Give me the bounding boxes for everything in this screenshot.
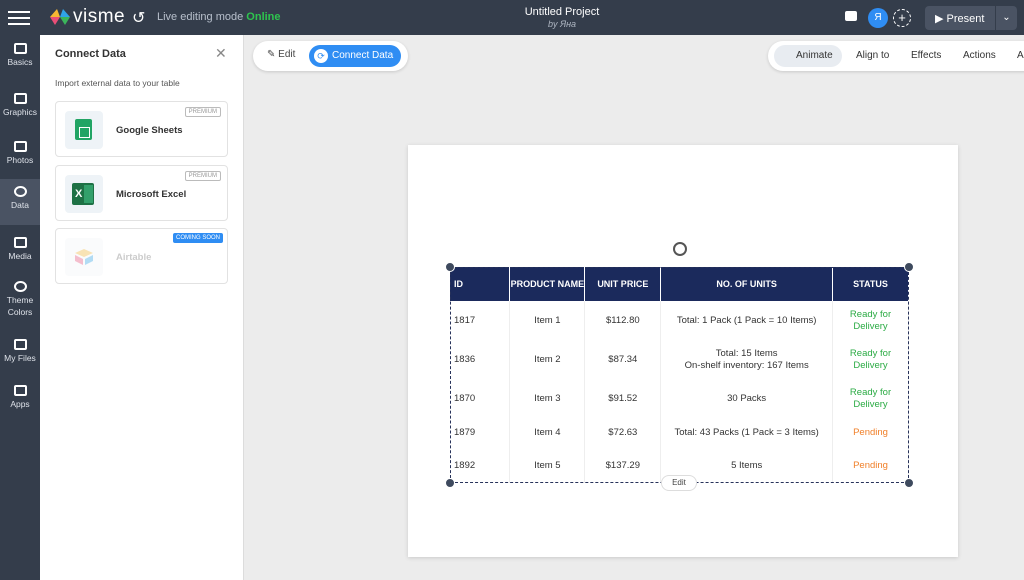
source-google-sheets[interactable]: Google Sheets PREMIUM [55,101,228,157]
present-text: Present [946,12,985,25]
avatar[interactable]: Я [868,8,888,28]
resize-handle-bottom-left[interactable] [445,478,455,488]
panel-subtitle: Import external data to your table [55,78,180,88]
undo-icon[interactable]: ↺ [132,8,145,28]
actions-button[interactable]: Actions [963,50,996,61]
apps-grid-icon [13,385,27,396]
panel-title: Connect Data [55,48,126,60]
airtable-icon [75,249,93,265]
sidebar-item-label: Media [8,251,32,261]
selection-box [450,267,909,483]
edit-label: Edit [278,49,296,60]
sidebar-item-photos[interactable]: Photos [0,139,40,177]
project-title-block[interactable]: Untitled Project by Яна [462,6,662,29]
google-sheets-icon [75,119,92,140]
connect-data-button[interactable]: ⟳ Connect Data [309,45,401,67]
sidebar-item-label: Graphics [2,107,37,117]
comment-icon[interactable] [845,11,857,21]
graphics-icon [13,93,27,104]
sidebar-item-graphics[interactable]: Graphics [0,91,40,129]
sidebar-item-label: Basics [7,57,33,67]
mode-status: Online [246,11,281,23]
basics-icon [13,43,27,54]
resize-handle-top-left[interactable] [445,262,455,272]
source-name: Google Sheets [116,125,183,136]
object-toolbar: Animate Align to Effects Actions A [768,41,1024,71]
sidebar-item-label: My Files [4,353,36,363]
video-icon [13,237,27,248]
coming-soon-badge: COMING SOON [172,233,223,243]
sidebar-item-label: Data [11,200,29,210]
palette-icon [13,281,27,292]
premium-badge: PREMIUM [184,171,221,181]
menu-icon[interactable] [8,7,30,27]
source-name: Airtable [116,252,152,263]
photos-icon [13,141,27,152]
chevron-down-icon[interactable]: ⌄ [995,6,1017,30]
align-to-button[interactable]: Align to [856,50,889,61]
top-bar: visme ↺ Live editing mode Online Untitle… [0,0,1024,35]
source-airtable: Airtable COMING SOON [55,228,228,284]
sidebar-item-media[interactable]: Media [0,235,40,273]
source-microsoft-excel[interactable]: X Microsoft Excel PREMIUM [55,165,228,221]
sidebar-item-my-files[interactable]: My Files [0,337,40,375]
visme-logo-icon [50,9,70,25]
table-toolbar: ✎ Edit ⟳ Connect Data [253,41,408,71]
premium-badge: PREMIUM [184,107,221,117]
mode-label: Live editing mode [157,11,244,23]
add-collaborator-icon[interactable]: + [893,9,911,27]
sidebar-item-apps[interactable]: Apps [0,383,40,421]
left-sidebar: Basics Graphics Photos Data Media Theme … [0,35,40,580]
airtable-icon-box [65,238,103,276]
present-label: ▶ Present [935,12,985,25]
sidebar-item-basics[interactable]: Basics [0,41,40,79]
google-sheets-icon-box [65,111,103,149]
table-edit-button[interactable]: Edit [661,475,697,491]
rotate-handle-icon[interactable] [673,242,687,256]
sidebar-item-data[interactable]: Data [0,179,40,225]
connect-data-label: Connect Data [332,50,394,61]
sidebar-item-label: Theme Colors [6,295,34,317]
excel-icon: X [72,183,94,205]
close-icon[interactable]: ✕ [215,45,227,62]
connect-data-icon: ⟳ [314,49,328,63]
effects-button[interactable]: Effects [911,50,941,61]
project-title[interactable]: Untitled Project [462,6,662,18]
resize-handle-bottom-right[interactable] [904,478,914,488]
visme-logo[interactable]: visme [50,6,126,27]
edit-button[interactable]: ✎ Edit [267,49,295,60]
excel-icon-box: X [65,175,103,213]
editing-mode: Live editing mode Online [157,11,281,23]
logo-text: visme [73,6,126,27]
folder-icon [13,339,27,350]
sidebar-item-label: Apps [10,399,30,409]
present-button[interactable]: ▶ Present ⌄ [925,6,1017,30]
pie-chart-icon [13,186,27,197]
animate-button[interactable]: Animate [774,45,842,67]
resize-handle-top-right[interactable] [904,262,914,272]
source-name: Microsoft Excel [116,189,187,200]
sidebar-item-label: Photos [6,155,34,165]
connect-data-panel: Connect Data ✕ Import external data to y… [40,35,244,580]
project-author: by Яна [547,19,577,29]
more-toolbar-button[interactable]: A [1017,50,1024,61]
sidebar-item-theme-colors[interactable]: Theme Colors [0,279,40,325]
